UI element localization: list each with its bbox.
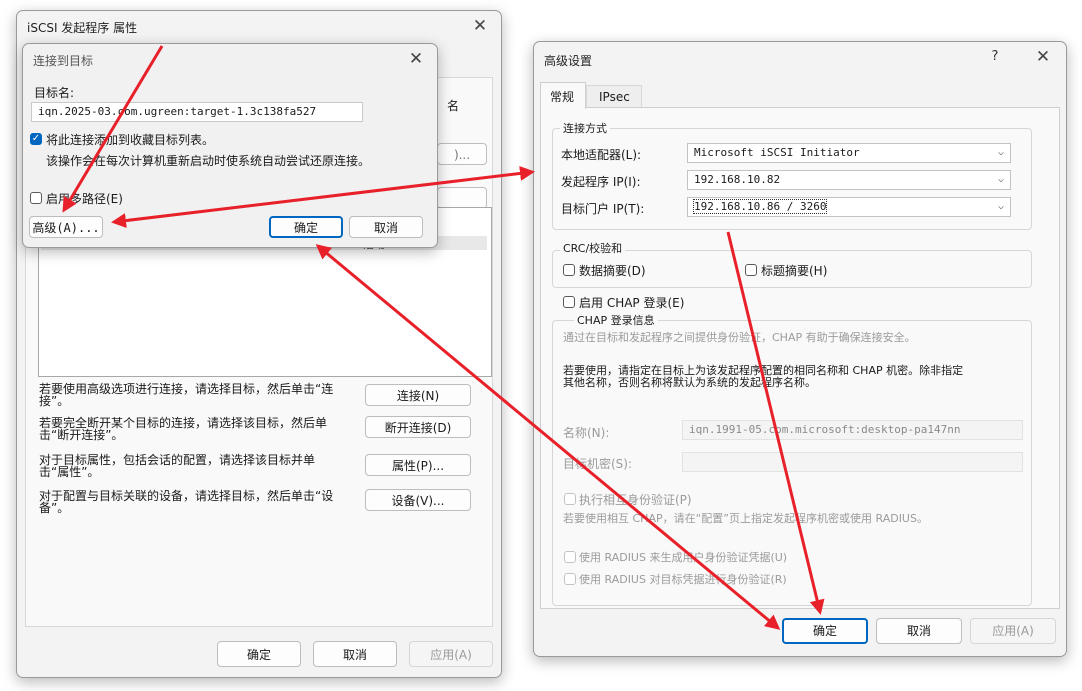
connect-by-group-title: 连接方式 [560,120,610,136]
chevron-down-icon: ⌵ [997,174,1004,185]
mutual-auth-label: 执行相互身份验证(P) [579,493,692,507]
initiator-ip-select[interactable]: 192.168.10.82 ⌵ [687,170,1011,190]
chap-name-field[interactable]: iqn.1991-05.com.microsoft:desktop-pa147n… [682,420,1023,440]
main-partial-button-2[interactable] [437,187,487,209]
favorite-checkbox[interactable]: ✓ [30,133,42,145]
initiator-ip-value: 192.168.10.82 [694,173,781,186]
connect-cancel-button[interactable]: 取消 [349,216,423,238]
enable-chap-label: 启用 CHAP 登录(E) [579,296,685,310]
tab-general[interactable]: 常规 [540,82,586,109]
portal-ip-label: 目标门户 IP(T): [561,202,645,216]
connect-button[interactable]: 连接(N) [365,384,471,406]
multipath-checkbox-label: 启用多路径(E) [46,192,123,206]
portal-ip-select[interactable]: 192.168.10.86 / 3260 ⌵ [687,197,1011,217]
main-titlebar: iSCSI 发起程序 属性 ✕ [17,11,501,41]
advanced-ok-button[interactable]: 确定 [782,618,868,644]
local-adapter-value: Microsoft iSCSI Initiator [694,146,860,159]
advanced-titlebar: 高级设置 ? ✕ [534,42,1066,72]
radius-user-checkbox[interactable] [564,551,576,563]
header-digest-label: 标题摘要(H) [761,264,828,278]
devices-button[interactable]: 设备(V)... [365,489,471,511]
radius-target-label: 使用 RADIUS 对目标凭据进行身份验证(R) [579,573,787,586]
favorite-note: 该操作会在每次计算机重新启动时使系统自动尝试还原连接。 [46,154,371,168]
radius-user-label: 使用 RADIUS 来生成用户身份验证凭据(U) [579,551,788,564]
chap-secret-field[interactable] [682,452,1023,472]
tab-general-label: 常规 [550,90,575,104]
connect-to-target-dialog: 连接到目标 ✕ 目标名: iqn.2025-03.com.ugreen:targ… [22,43,438,248]
advanced-button[interactable]: 高级(A)... [29,216,103,238]
main-dialog-title: iSCSI 发起程序 属性 [27,21,138,35]
tab-ipsec-label: IPsec [599,90,630,104]
advanced-dialog-title: 高级设置 [544,54,593,68]
action-devices-desc: 对于配置与目标关联的设备，请选择目标，然后单击“设备”。 [39,489,334,515]
connect-close-icon[interactable]: ✕ [401,47,431,71]
target-name-label: 目标名: [34,86,75,100]
advanced-cancel-button[interactable]: 取消 [876,618,962,644]
data-digest-label: 数据摘要(D) [579,264,646,278]
advanced-apply-button[interactable]: 应用(A) [970,618,1056,644]
chap-secret-label: 目标机密(S): [563,457,633,471]
advanced-settings-dialog: 高级设置 ? ✕ 常规 IPsec 连接方式 本地适配器(L): Microso… [533,41,1067,657]
main-apply-button[interactable]: 应用(A) [409,641,493,667]
main-partial-button[interactable]: )... [437,143,487,165]
chevron-down-icon: ⌵ [997,147,1004,158]
action-disconnect-desc: 若要完全断开某个目标的连接，请选择该目标，然后单击“断开连接”。 [39,416,328,442]
crc-group-title: CRC/校验和 [560,240,626,256]
multipath-checkbox[interactable] [30,192,42,204]
data-digest-checkbox[interactable] [563,264,575,276]
action-connect-desc: 若要使用高级选项进行连接，请选择目标，然后单击“连接”。 [39,382,334,408]
enable-chap-checkbox[interactable] [563,296,575,308]
local-adapter-select[interactable]: Microsoft iSCSI Initiator ⌵ [687,143,1011,163]
header-digest-checkbox[interactable] [745,264,757,276]
main-partial-tab-text: 名 [447,99,460,113]
properties-button[interactable]: 属性(P)... [365,454,471,476]
initiator-ip-label: 发起程序 IP(I): [561,175,641,189]
mutual-auth-checkbox[interactable] [564,493,576,505]
main-ok-button[interactable]: 确定 [217,641,301,667]
connect-titlebar: 连接到目标 ✕ [23,44,437,74]
help-icon[interactable]: ? [980,45,1010,69]
chevron-down-icon: ⌵ [997,201,1004,212]
disconnect-button[interactable]: 断开连接(D) [365,416,471,438]
main-cancel-button[interactable]: 取消 [313,641,397,667]
chap-intro: 通过在目标和发起程序之间提供身份验证，CHAP 有助于确保连接安全。 [563,331,916,344]
chap-name-label: 名称(N): [563,426,610,440]
local-adapter-label: 本地适配器(L): [561,148,642,162]
portal-ip-value: 192.168.10.86 / 3260 [692,199,828,214]
radius-target-checkbox[interactable] [564,573,576,585]
connect-dialog-title: 连接到目标 [33,54,94,68]
chap-group-title: CHAP 登录信息 [574,312,658,328]
main-close-icon[interactable]: ✕ [465,14,495,38]
mutual-auth-note: 若要使用相互 CHAP，请在“配置”页上指定发起程序机密或使用 RADIUS。 [563,512,928,525]
favorite-checkbox-label: 将此连接添加到收藏目标列表。 [46,133,215,147]
action-properties-desc: 对于目标属性，包括会话的配置，请选择该目标并单击“属性”。 [39,453,316,479]
target-name-field[interactable]: iqn.2025-03.com.ugreen:target-1.3c138fa5… [31,102,363,122]
chap-instructions-line2: 其他名称，否则名称将默认为系统的发起程序名称。 [563,376,816,389]
connect-ok-button[interactable]: 确定 [269,216,343,238]
advanced-close-icon[interactable]: ✕ [1028,45,1058,69]
tab-ipsec[interactable]: IPsec [586,85,642,108]
